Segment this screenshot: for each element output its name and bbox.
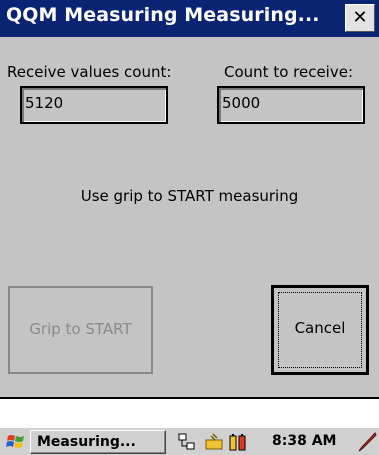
instruction-text: Use grip to START measuring <box>80 187 299 205</box>
clock[interactable]: 8:38 AM <box>272 433 336 449</box>
dialog-client-area: Receive values count: 5120 Count to rece… <box>0 37 379 397</box>
task-button-measuring[interactable]: Measuring... <box>30 430 166 454</box>
folder-icon[interactable] <box>204 432 224 452</box>
taskbar: Measuring... 8:38 AM <box>0 427 379 455</box>
cancel-label: Cancel <box>294 319 346 337</box>
close-button[interactable]: ✕ <box>345 4 375 32</box>
receive-values-field[interactable]: 5120 <box>20 86 168 124</box>
window-title: QQM Measuring Measuring... <box>6 4 320 26</box>
network-icon[interactable] <box>177 432 197 452</box>
receive-values-label: Receive values count: <box>7 63 172 81</box>
input-panel-area <box>0 397 379 427</box>
count-to-receive-label: Count to receive: <box>224 63 354 81</box>
cancel-button[interactable]: Cancel <box>271 285 369 375</box>
windows-flag-icon[interactable] <box>5 431 27 453</box>
title-bar: QQM Measuring Measuring... ✕ <box>0 0 379 37</box>
battery-icon[interactable] <box>228 432 248 452</box>
pen-icon[interactable] <box>356 431 378 453</box>
count-to-receive-field[interactable]: 5000 <box>217 86 365 124</box>
close-icon: ✕ <box>352 7 368 28</box>
grip-to-start-button[interactable]: Grip to START <box>8 286 153 374</box>
grip-to-start-label: Grip to START <box>29 320 132 338</box>
